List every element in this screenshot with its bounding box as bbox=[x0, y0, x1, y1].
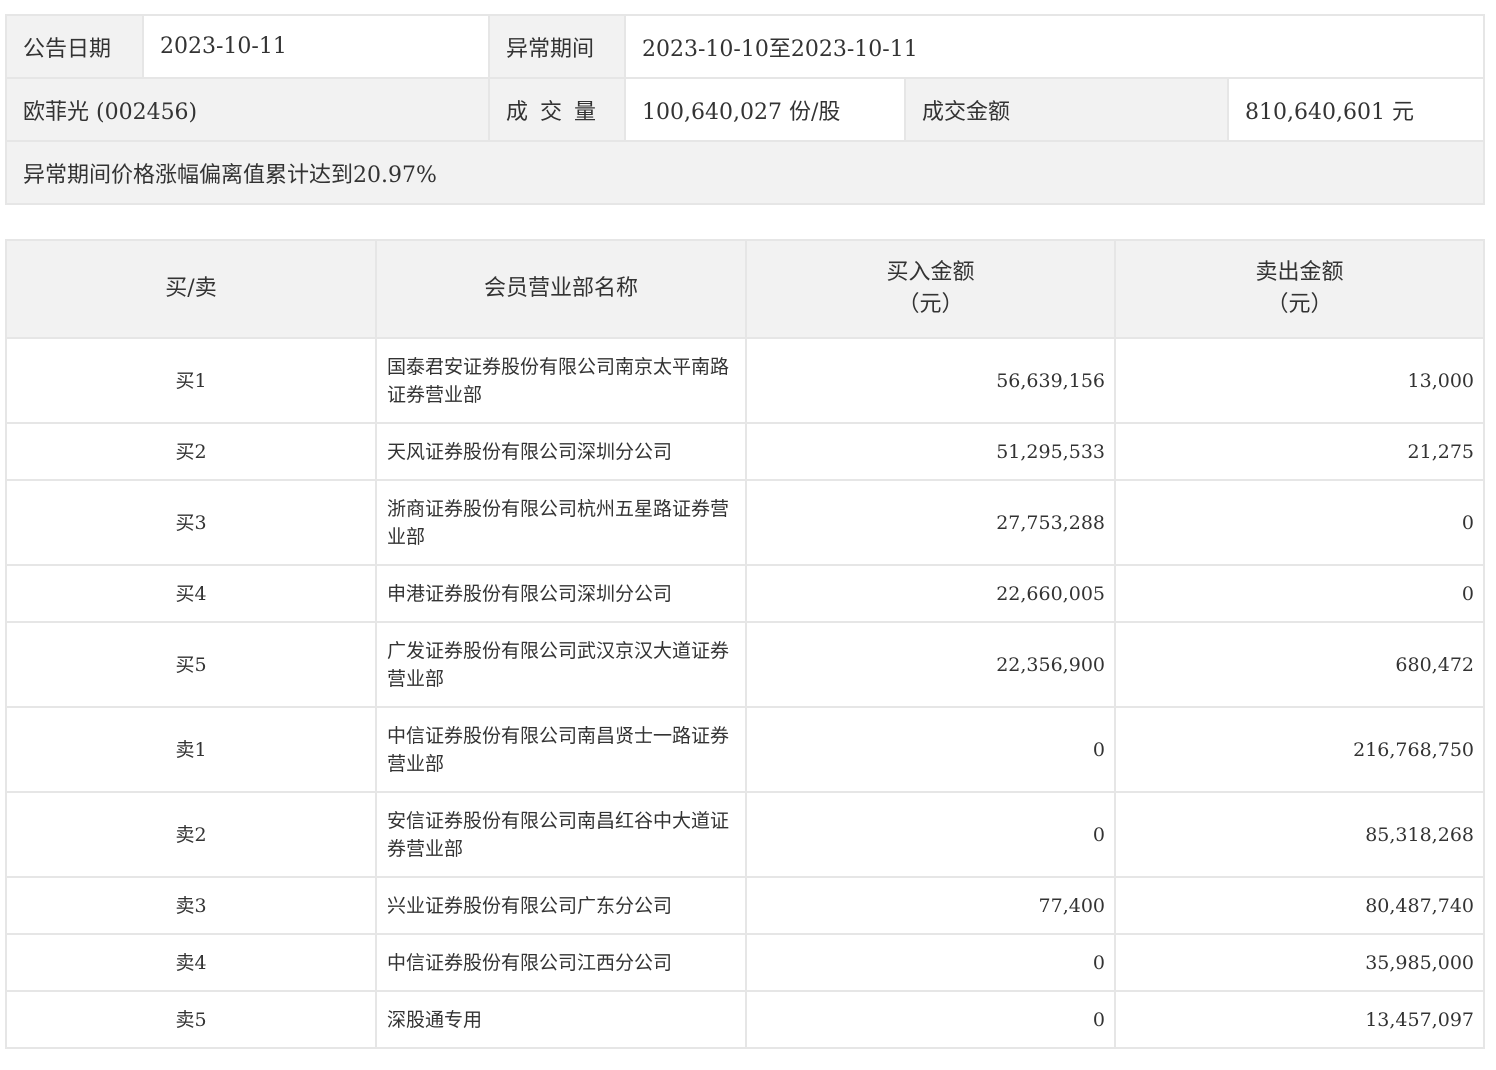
info-table: 公告日期 2023-10-11 异常期间 2023-10-10至2023-10-… bbox=[5, 14, 1485, 205]
side-cell: 卖5 bbox=[5, 990, 377, 1049]
member-name-cell: 深股通专用 bbox=[375, 990, 747, 1049]
member-name-cell: 中信证券股份有限公司南昌贤士一路证券营业部 bbox=[375, 706, 747, 793]
sell-amount-cell: 680,472 bbox=[1114, 621, 1485, 708]
side-cell: 买5 bbox=[5, 621, 377, 708]
table-row: 买3 浙商证券股份有限公司杭州五星路证券营业部 27,753,288 0 bbox=[5, 479, 1485, 566]
stock-name: 欧菲光 (002456) bbox=[5, 77, 490, 142]
sell-amount-cell: 13,457,097 bbox=[1114, 990, 1485, 1049]
side-cell: 买3 bbox=[5, 479, 377, 566]
member-name-cell: 广发证券股份有限公司武汉京汉大道证券营业部 bbox=[375, 621, 747, 708]
table-row: 卖3 兴业证券股份有限公司广东分公司 77,400 80,487,740 bbox=[5, 876, 1485, 935]
sell-amount-cell: 0 bbox=[1114, 564, 1485, 623]
announcement-date-label: 公告日期 bbox=[5, 14, 144, 79]
trading-detail-table: 买/卖 会员营业部名称 买入金额 （元） 卖出金额 （元） 买1 国泰君安证券股份有… bbox=[5, 239, 1485, 1049]
table-row: 买5 广发证券股份有限公司武汉京汉大道证券营业部 22,356,900 680,… bbox=[5, 621, 1485, 708]
table-header-row: 买/卖 会员营业部名称 买入金额 （元） 卖出金额 （元） bbox=[5, 239, 1485, 339]
sell-amount-cell: 21,275 bbox=[1114, 422, 1485, 481]
buy-amount-cell: 0 bbox=[745, 706, 1116, 793]
header-member: 会员营业部名称 bbox=[375, 239, 747, 339]
member-name-cell: 浙商证券股份有限公司杭州五星路证券营业部 bbox=[375, 479, 747, 566]
side-cell: 买2 bbox=[5, 422, 377, 481]
side-cell: 卖2 bbox=[5, 791, 377, 878]
table-row: 买2 天风证券股份有限公司深圳分公司 51,295,533 21,275 bbox=[5, 422, 1485, 481]
sell-amount-cell: 216,768,750 bbox=[1114, 706, 1485, 793]
buy-amount-cell: 51,295,533 bbox=[745, 422, 1116, 481]
table-row: 卖2 安信证券股份有限公司南昌红谷中大道证券营业部 0 85,318,268 bbox=[5, 791, 1485, 878]
buy-amount-cell: 22,660,005 bbox=[745, 564, 1116, 623]
deviation-note: 异常期间价格涨幅偏离值累计达到20.97% bbox=[5, 140, 1485, 205]
buy-amount-cell: 77,400 bbox=[745, 876, 1116, 935]
member-name-cell: 国泰君安证券股份有限公司南京太平南路证券营业部 bbox=[375, 337, 747, 424]
side-cell: 卖1 bbox=[5, 706, 377, 793]
member-name-cell: 天风证券股份有限公司深圳分公司 bbox=[375, 422, 747, 481]
info-row: 公告日期 2023-10-11 异常期间 2023-10-10至2023-10-… bbox=[5, 14, 1485, 79]
header-side: 买/卖 bbox=[5, 239, 377, 339]
sell-amount-cell: 85,318,268 bbox=[1114, 791, 1485, 878]
buy-amount-cell: 27,753,288 bbox=[745, 479, 1116, 566]
volume-label: 成交量 bbox=[488, 77, 626, 142]
amount-value: 810,640,601 元 bbox=[1227, 77, 1485, 142]
member-name-cell: 中信证券股份有限公司江西分公司 bbox=[375, 933, 747, 992]
buy-amount-cell: 0 bbox=[745, 791, 1116, 878]
member-name-cell: 安信证券股份有限公司南昌红谷中大道证券营业部 bbox=[375, 791, 747, 878]
table-row: 卖4 中信证券股份有限公司江西分公司 0 35,985,000 bbox=[5, 933, 1485, 992]
table-row: 买1 国泰君安证券股份有限公司南京太平南路证券营业部 56,639,156 13… bbox=[5, 337, 1485, 424]
side-cell: 卖4 bbox=[5, 933, 377, 992]
volume-value: 100,640,027 份/股 bbox=[624, 77, 906, 142]
member-name-cell: 申港证券股份有限公司深圳分公司 bbox=[375, 564, 747, 623]
sell-amount-cell: 13,000 bbox=[1114, 337, 1485, 424]
sell-amount-cell: 80,487,740 bbox=[1114, 876, 1485, 935]
abnormal-period-value: 2023-10-10至2023-10-11 bbox=[624, 14, 1485, 79]
table-row: 卖1 中信证券股份有限公司南昌贤士一路证券营业部 0 216,768,750 bbox=[5, 706, 1485, 793]
abnormal-period-label: 异常期间 bbox=[488, 14, 626, 79]
buy-amount-cell: 22,356,900 bbox=[745, 621, 1116, 708]
table-row: 卖5 深股通专用 0 13,457,097 bbox=[5, 990, 1485, 1049]
info-row: 异常期间价格涨幅偏离值累计达到20.97% bbox=[5, 140, 1485, 205]
side-cell: 买4 bbox=[5, 564, 377, 623]
buy-amount-cell: 0 bbox=[745, 933, 1116, 992]
announcement-date-value: 2023-10-11 bbox=[142, 14, 490, 79]
info-row: 欧菲光 (002456) 成交量 100,640,027 份/股 成交金额 81… bbox=[5, 77, 1485, 142]
amount-label: 成交金额 bbox=[904, 77, 1229, 142]
member-name-cell: 兴业证券股份有限公司广东分公司 bbox=[375, 876, 747, 935]
buy-amount-cell: 0 bbox=[745, 990, 1116, 1049]
table-row: 买4 申港证券股份有限公司深圳分公司 22,660,005 0 bbox=[5, 564, 1485, 623]
sell-amount-cell: 0 bbox=[1114, 479, 1485, 566]
header-buy-amount: 买入金额 （元） bbox=[745, 239, 1116, 339]
header-sell-amount: 卖出金额 （元） bbox=[1114, 239, 1485, 339]
side-cell: 卖3 bbox=[5, 876, 377, 935]
buy-amount-cell: 56,639,156 bbox=[745, 337, 1116, 424]
side-cell: 买1 bbox=[5, 337, 377, 424]
sell-amount-cell: 35,985,000 bbox=[1114, 933, 1485, 992]
